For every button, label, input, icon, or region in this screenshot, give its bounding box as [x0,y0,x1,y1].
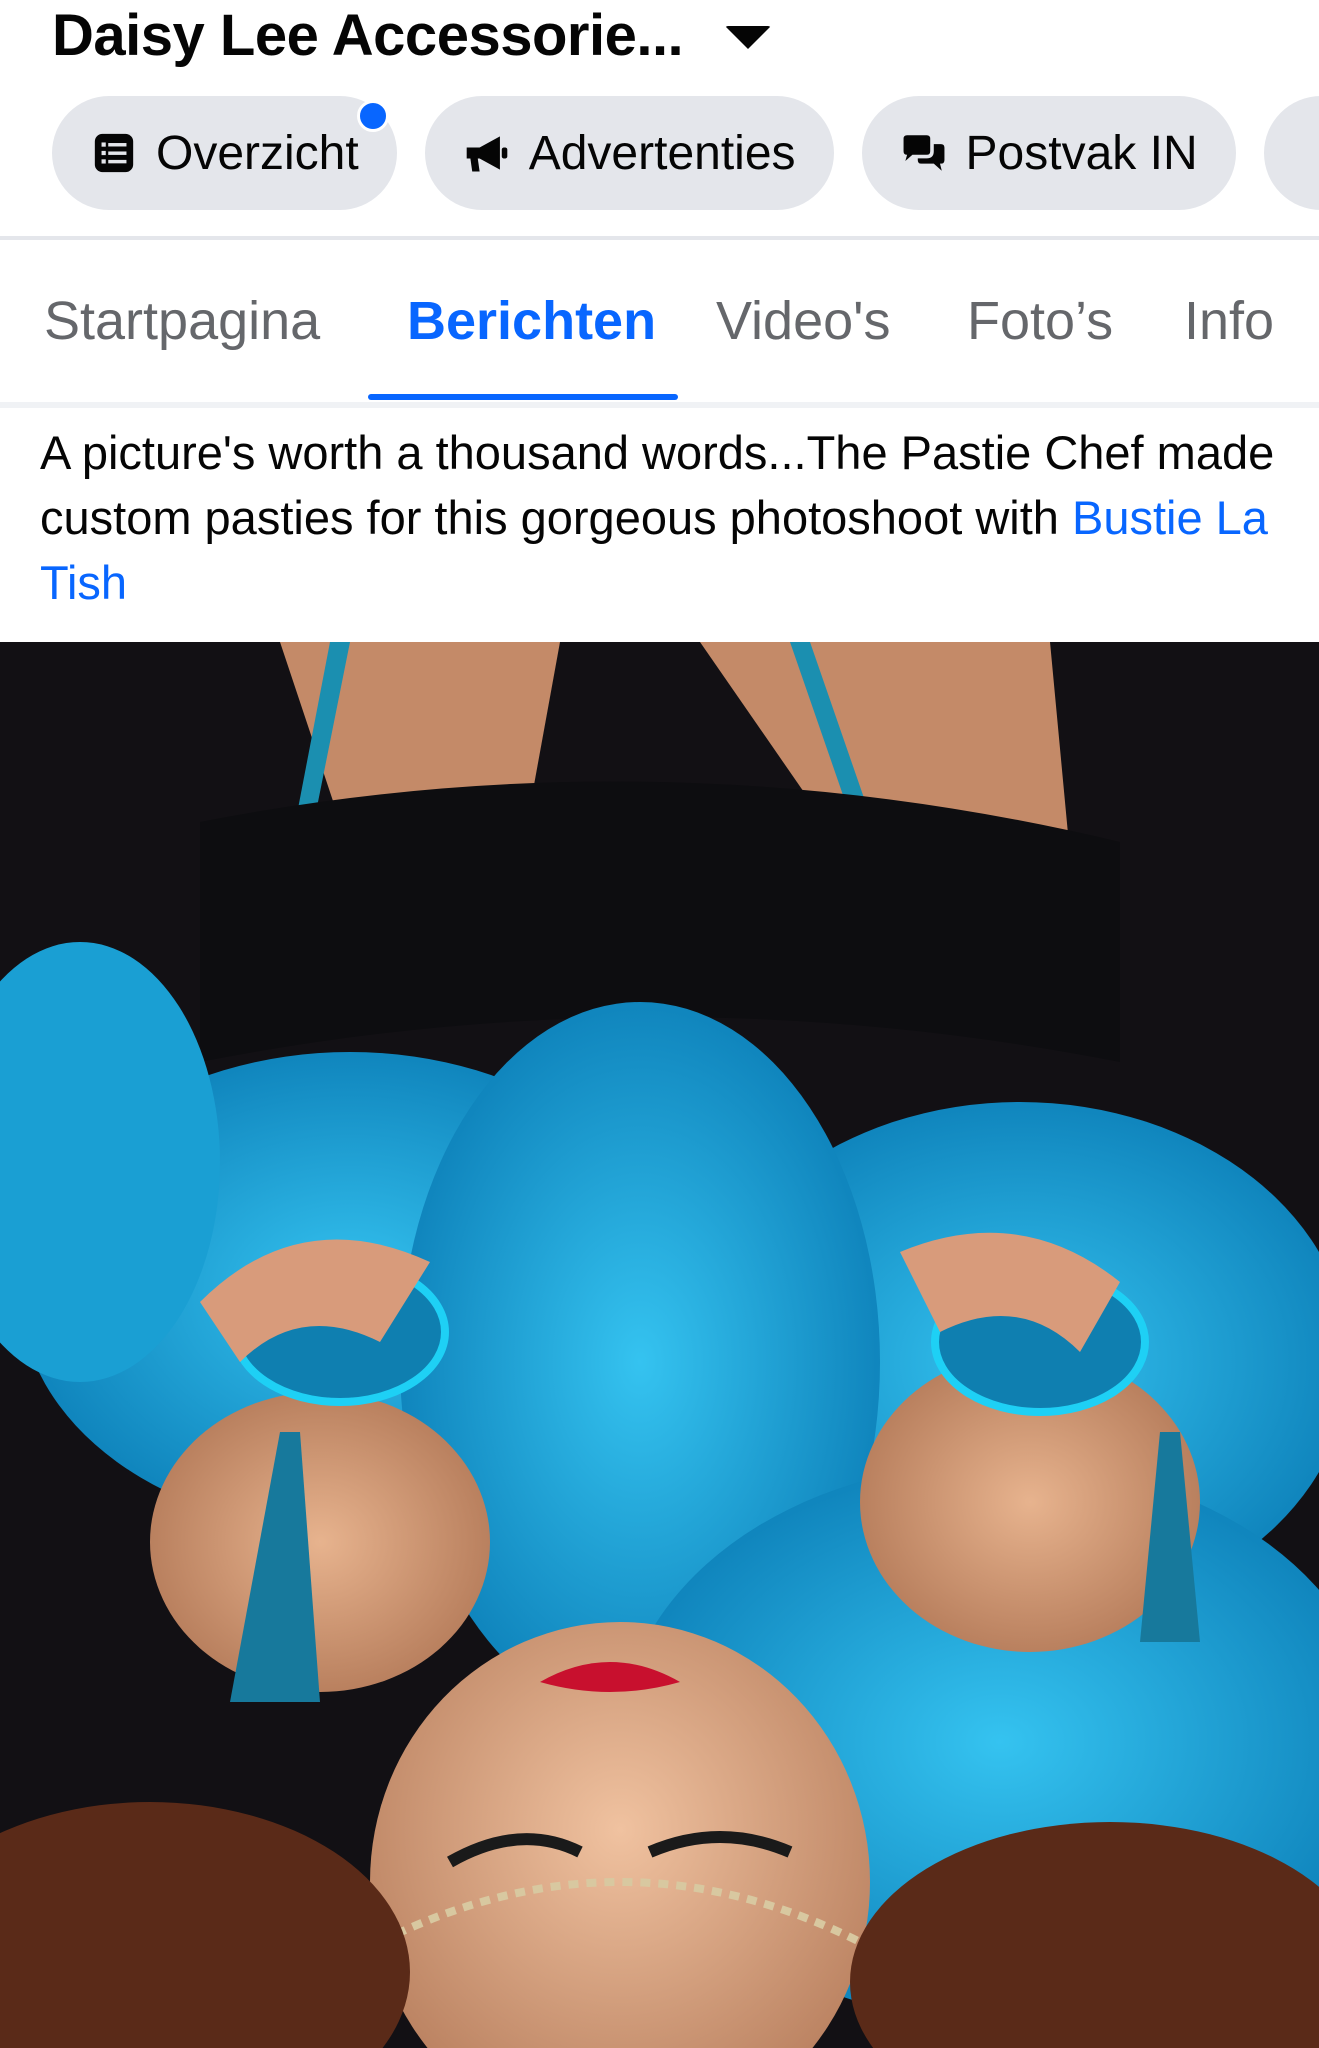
tab-videos[interactable]: Video's [716,240,890,402]
ads-chip[interactable]: Advertenties [424,96,834,210]
page-title: Daisy Lee Accessorie... [52,2,684,68]
tab-info[interactable]: Info [1184,240,1274,402]
admin-chips: Overzicht Advertenties Postvak IN [52,96,1319,210]
chevron-down-icon[interactable] [725,25,772,49]
inbox-chip-label: Postvak IN [965,126,1198,180]
inbox-chip[interactable]: Postvak IN [861,96,1236,210]
megaphone-icon [463,129,511,177]
photo-illustration [0,642,1319,2048]
overview-chip[interactable]: Overzicht [52,96,397,210]
tab-startpagina[interactable]: Startpagina [44,240,320,402]
post-caption: A picture's worth a thousand words...The… [40,420,1290,615]
page-header: Daisy Lee Accessorie... Overzicht Advert… [0,0,1319,240]
tabs-divider [0,402,1319,408]
tab-fotos[interactable]: Foto’s [967,240,1113,402]
tab-berichten[interactable]: Berichten [407,240,656,402]
chat-bubbles-icon [900,129,948,177]
post-photo[interactable] [0,642,1319,2048]
page-tabs: Startpagina Berichten Video's Foto’s Inf… [0,240,1319,402]
overview-chip-label: Overzicht [156,126,359,180]
active-tab-indicator [368,394,678,400]
page-switcher[interactable]: Daisy Lee Accessorie... [52,2,772,68]
notification-dot [356,100,389,132]
list-icon [90,129,138,177]
more-chip[interactable] [1263,96,1319,210]
ads-chip-label: Advertenties [528,126,796,180]
